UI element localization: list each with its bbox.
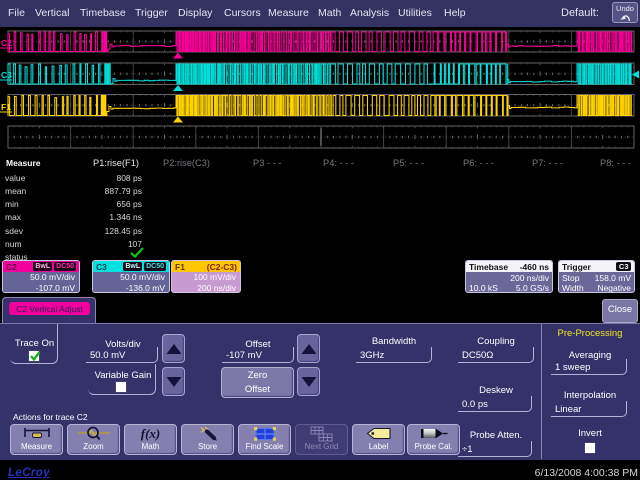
svg-text:C3: C3 bbox=[1, 70, 12, 80]
svg-text:C2: C2 bbox=[1, 38, 12, 48]
svg-text:F1: F1 bbox=[1, 102, 11, 112]
